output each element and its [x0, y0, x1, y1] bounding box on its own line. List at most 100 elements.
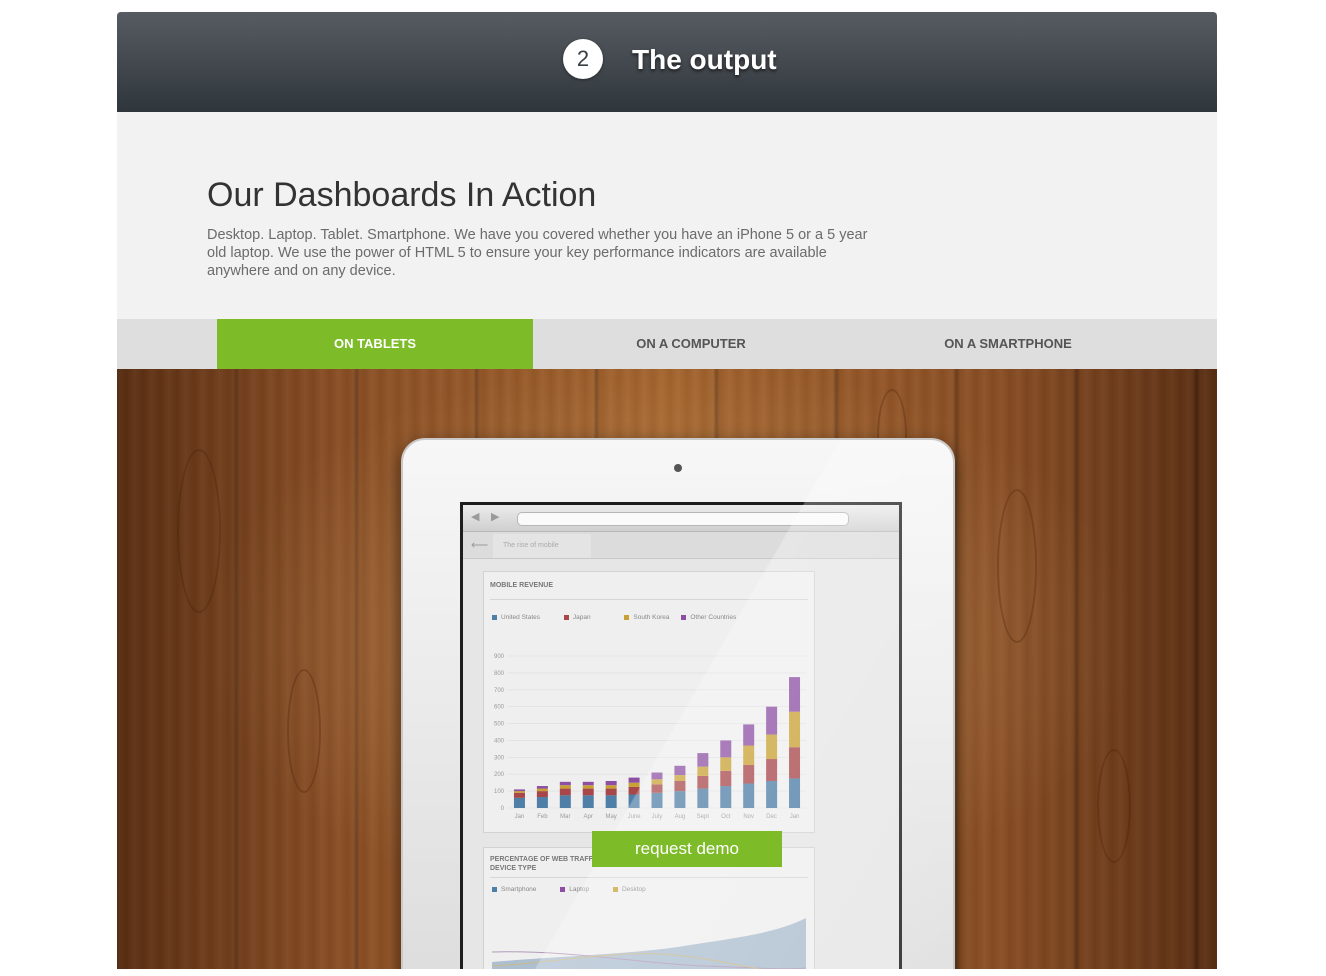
x-tick-label: Sept: [697, 814, 710, 820]
x-tick-label: Jan: [790, 814, 800, 820]
bar-segment: [536, 797, 548, 808]
section-title: The output: [632, 44, 777, 75]
tablet-screen: ◀ ▶ ⟵ The rise of mobile MOBILE REVENUE …: [460, 502, 902, 969]
y-tick-label: 900: [494, 654, 505, 660]
bar-segment: [559, 788, 571, 796]
traffic-legend: Smartphone Laptop Desktop: [492, 886, 668, 893]
legend-item: Smartphone: [492, 886, 536, 893]
x-tick-label: May: [605, 814, 616, 820]
traffic-card-title-line2: DEVICE TYPE: [490, 865, 537, 872]
bar-segment: [605, 785, 617, 789]
bar-segment: [789, 747, 801, 779]
revenue-legend: United States Japan South Korea Other Co…: [492, 614, 758, 621]
tablet-device: ◀ ▶ ⟵ The rise of mobile MOBILE REVENUE …: [401, 438, 955, 969]
bar-segment: [743, 745, 755, 765]
step-number-badge: 2: [563, 39, 603, 79]
bar-segment: [720, 740, 732, 758]
section-header: 2 The output: [117, 12, 1217, 112]
page-title: Our Dashboards In Action: [207, 176, 597, 214]
browser-toolbar: ◀ ▶: [463, 505, 899, 532]
legend-swatch: [563, 614, 569, 620]
back-icon[interactable]: ◀: [471, 510, 479, 523]
bar-segment: [789, 677, 801, 712]
legend-item: Japan: [563, 614, 601, 621]
bar-segment: [513, 791, 525, 793]
bar-segment: [605, 780, 617, 786]
bar-segment: [789, 778, 801, 808]
traffic-area-chart: [491, 918, 807, 969]
wood-knot: [1097, 749, 1131, 863]
wood-knot: [997, 489, 1037, 643]
tab-tablets[interactable]: ON TABLETS: [217, 319, 533, 369]
forward-icon[interactable]: ▶: [491, 510, 499, 523]
bar-segment: [559, 781, 571, 786]
legend-swatch: [612, 886, 618, 892]
bar-segment: [697, 775, 709, 789]
bar-segment: [766, 734, 778, 760]
page-tab[interactable]: The rise of mobile: [493, 534, 591, 558]
x-tick-label: Oct: [721, 814, 731, 820]
output-section: 2 The output Our Dashboards In Action De…: [117, 12, 1217, 969]
bar-segment: [766, 706, 778, 735]
divider: [490, 599, 808, 600]
tab-computer[interactable]: ON A COMPUTER: [533, 319, 849, 369]
x-tick-label: Nov: [743, 814, 754, 820]
revenue-chart: 0 100 200 300 400 500 600 700 800 900 Jan Feb Mar Apr…: [494, 654, 806, 820]
legend-label: Laptop: [569, 886, 590, 893]
revenue-card-title: MOBILE REVENUE: [490, 582, 554, 589]
bar-segment: [697, 788, 709, 808]
y-tick-label: 100: [494, 789, 505, 795]
camera-icon: [674, 464, 682, 472]
legend-item: Desktop: [612, 886, 646, 893]
bar-segment: [559, 785, 571, 789]
tab-smartphone[interactable]: ON A SMARTPHONE: [850, 319, 1166, 369]
bar-segment: [743, 724, 755, 746]
y-tick-label: 700: [494, 688, 505, 694]
bar-segment: [651, 779, 663, 785]
bar-segment: [720, 786, 732, 808]
wood-knot: [177, 449, 221, 613]
legend-label: United States: [501, 614, 541, 621]
bar-segment: [536, 791, 548, 798]
legend-label: Other Countries: [690, 614, 737, 621]
bar-segment: [651, 784, 663, 793]
legend-item: Other Countries: [681, 614, 736, 621]
y-tick-label: 600: [494, 705, 505, 711]
device-tabs: ON TABLETS ON A COMPUTER ON A SMARTPHONE: [117, 319, 1217, 369]
legend-swatch: [681, 614, 687, 620]
bar-segment: [674, 775, 686, 781]
x-tick-label: Dec: [766, 814, 777, 820]
x-tick-label: Mar: [560, 814, 570, 820]
wood-background: ◀ ▶ ⟵ The rise of mobile MOBILE REVENUE …: [117, 369, 1217, 969]
app-tab-strip: ⟵ The rise of mobile: [463, 532, 899, 559]
legend-label: Japan: [572, 614, 591, 621]
bar-segment: [766, 759, 778, 781]
bar-segment: [582, 781, 594, 786]
bar-segment: [674, 765, 686, 776]
bar-segment: [605, 795, 617, 808]
bar-segment: [789, 711, 801, 748]
legend-label: Smartphone: [501, 886, 537, 893]
x-tick-label: Feb: [537, 814, 548, 820]
legend-item: United States: [492, 614, 540, 621]
bar-segment: [513, 789, 525, 792]
request-demo-button[interactable]: request demo: [592, 831, 782, 867]
arrow-left-icon[interactable]: ⟵: [471, 538, 488, 552]
x-tick-label: July: [652, 814, 663, 820]
legend-label: Desktop: [621, 886, 646, 893]
legend-item: Laptop: [560, 886, 589, 893]
legend-swatch: [492, 886, 497, 892]
address-bar[interactable]: [517, 512, 849, 526]
bar-segment: [766, 780, 778, 808]
y-tick-label: 800: [494, 671, 505, 677]
bar-segment: [674, 780, 686, 792]
x-tick-label: June: [628, 814, 642, 820]
bar-segment: [582, 785, 594, 789]
wood-knot: [287, 669, 321, 793]
bar-segment: [559, 795, 571, 808]
bar-segment: [605, 788, 617, 796]
bar-segment: [651, 792, 663, 808]
bar-segment: [743, 783, 755, 808]
bar-segment: [536, 786, 548, 789]
bar-segment: [582, 795, 594, 808]
